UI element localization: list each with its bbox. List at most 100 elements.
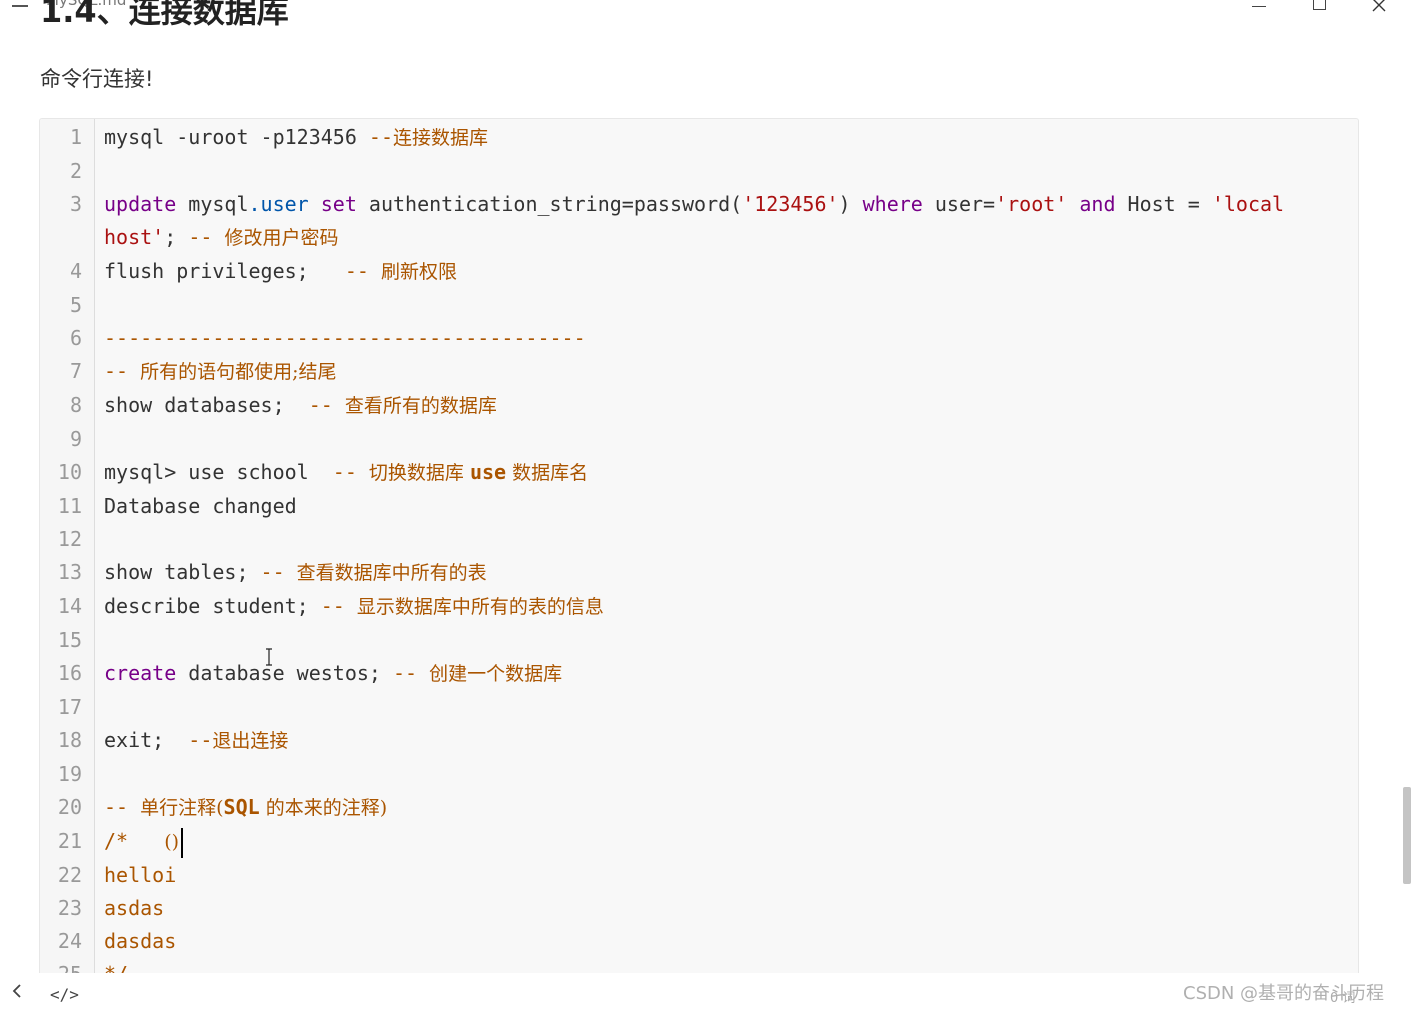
line-number: 13 [57, 560, 82, 584]
text-caret [181, 827, 184, 858]
code-line[interactable]: 2 [40, 155, 1358, 188]
line-text[interactable] [104, 758, 1294, 791]
close-button[interactable] [1359, 0, 1399, 12]
line-text[interactable]: create database westos; -- 创建一个数据库 [104, 657, 1294, 691]
line-number: 14 [57, 594, 82, 618]
line-text[interactable] [104, 523, 1294, 556]
line-number: 7 [69, 359, 82, 383]
line-text[interactable] [104, 289, 1294, 322]
line-text[interactable]: asdas [104, 892, 1294, 925]
line-text[interactable]: exit; --退出连接 [104, 724, 1294, 758]
menu-icon[interactable] [12, 0, 28, 7]
code-token: 所有的语句都使用;结尾 [140, 361, 337, 383]
line-text[interactable]: ---------------------------------------- [104, 322, 1294, 355]
line-text[interactable] [104, 155, 1294, 188]
code-token: show tables; [104, 560, 261, 584]
status-bar: </> 0 词 CSDN @基哥的奋斗历程 [0, 973, 1411, 1009]
line-text[interactable] [104, 691, 1294, 724]
line-text[interactable]: -- 所有的语句都使用;结尾 [104, 355, 1294, 389]
code-line[interactable]: 14 describe student; -- 显示数据库中所有的表的信息 [40, 590, 1358, 624]
code-line[interactable]: 4 flush privileges; -- 刷新权限 [40, 255, 1358, 289]
code-token: '123456' [742, 192, 839, 216]
line-text[interactable]: /* () [104, 825, 1294, 859]
line-text[interactable]: describe student; -- 显示数据库中所有的表的信息 [104, 590, 1294, 624]
code-line[interactable]: 11 Database changed [40, 490, 1358, 523]
code-token: 的本来的注释) [259, 797, 388, 819]
code-token: -- [104, 359, 141, 383]
code-line[interactable]: 1 mysql -uroot -p123456 --连接数据库 [40, 121, 1358, 155]
code-line[interactable]: 24 dasdas [40, 925, 1358, 958]
code-token: ---------------------------------------- [104, 326, 586, 350]
line-text[interactable]: dasdas [104, 925, 1294, 958]
code-token: .user [248, 192, 309, 216]
code-token: 查看数据库中所有的表 [296, 562, 487, 584]
code-line[interactable]: 7 -- 所有的语句都使用;结尾 [40, 355, 1358, 389]
line-text[interactable]: mysql> use school -- 切换数据库 use 数据库名 [104, 456, 1294, 490]
line-number: 19 [57, 762, 82, 786]
code-line[interactable]: 12 [40, 523, 1358, 556]
code-line[interactable]: 13 show tables; -- 查看数据库中所有的表 [40, 556, 1358, 590]
line-text[interactable]: -- 单行注释(SQL 的本来的注释) [104, 791, 1294, 825]
line-number: 18 [57, 728, 82, 752]
code-token: 查看所有的数据库 [344, 395, 497, 417]
line-number: 15 [57, 628, 82, 652]
code-token: 单行注释( [140, 797, 224, 819]
code-token: 显示数据库中所有的表的信息 [356, 596, 604, 618]
code-token: 连接数据库 [393, 127, 489, 149]
minimize-button[interactable] [1239, 0, 1279, 10]
code-token: -- [260, 560, 297, 584]
code-token: 创建一个数据库 [429, 663, 563, 685]
line-text[interactable]: helloi [104, 859, 1294, 892]
code-line[interactable]: 22 helloi [40, 859, 1358, 892]
line-text[interactable]: flush privileges; -- 刷新权限 [104, 255, 1294, 289]
line-text[interactable]: Database changed [104, 490, 1294, 523]
line-number: 16 [57, 661, 82, 685]
code-token: authentication_string=password( [356, 192, 743, 216]
code-token: set [320, 192, 357, 216]
vertical-scrollbar-thumb[interactable] [1403, 787, 1411, 884]
line-text[interactable]: mysql -uroot -p123456 --连接数据库 [104, 121, 1294, 155]
code-token: asdas [104, 896, 165, 920]
code-line[interactable]: 17 [40, 691, 1358, 724]
code-line[interactable]: 18 exit; --退出连接 [40, 724, 1358, 758]
close-icon [1372, 0, 1386, 12]
code-line[interactable]: 10 mysql> use school -- 切换数据库 use 数据库名 [40, 456, 1358, 490]
code-token: database westos; [176, 661, 393, 685]
line-text[interactable] [104, 423, 1294, 456]
code-line[interactable]: 8 show databases; -- 查看所有的数据库 [40, 389, 1358, 423]
code-token: () [164, 831, 180, 853]
code-line[interactable]: 23 asdas [40, 892, 1358, 925]
line-number: 3 [69, 192, 82, 216]
code-token: 数据库名 [506, 462, 589, 484]
code-line[interactable]: 6 ---------------------------------------… [40, 322, 1358, 355]
source-code-toggle[interactable]: </> [50, 985, 79, 1004]
code-token: ; [164, 225, 189, 249]
code-token: 刷新权限 [380, 261, 457, 283]
intro-paragraph[interactable]: 命令行连接! [40, 63, 153, 93]
section-heading[interactable]: 1.4、连接数据库 [40, 0, 289, 32]
code-line[interactable]: 19 [40, 758, 1358, 791]
line-text[interactable]: update mysql.user set authentication_str… [104, 188, 1294, 255]
back-button[interactable] [10, 983, 28, 1001]
code-line[interactable]: 16 create database westos; -- 创建一个数据库 [40, 657, 1358, 691]
code-token: -- [320, 594, 357, 618]
code-block[interactable]: 1 mysql -uroot -p123456 --连接数据库 2 3 update … [39, 118, 1359, 988]
code-line[interactable]: 15 [40, 624, 1358, 657]
code-token: use [469, 460, 507, 484]
line-text[interactable]: show tables; -- 查看数据库中所有的表 [104, 556, 1294, 590]
line-text[interactable]: show databases; -- 查看所有的数据库 [104, 389, 1294, 423]
code-token: -- [368, 125, 393, 149]
code-token: -- [393, 661, 430, 685]
code-line[interactable]: 9 [40, 423, 1358, 456]
code-lines[interactable]: 1 mysql -uroot -p123456 --连接数据库 2 3 update … [40, 121, 1358, 987]
code-token: mysql [176, 192, 249, 216]
code-token: 退出连接 [212, 730, 289, 752]
code-line[interactable]: 5 [40, 289, 1358, 322]
code-line[interactable]: 20 -- 单行注释(SQL 的本来的注释) [40, 791, 1358, 825]
code-line[interactable]: 3 update mysql.user set authentication_st… [40, 188, 1358, 255]
line-text[interactable] [104, 624, 1294, 657]
maximize-button[interactable] [1299, 0, 1339, 10]
code-line[interactable]: 21 /* () [40, 825, 1358, 859]
